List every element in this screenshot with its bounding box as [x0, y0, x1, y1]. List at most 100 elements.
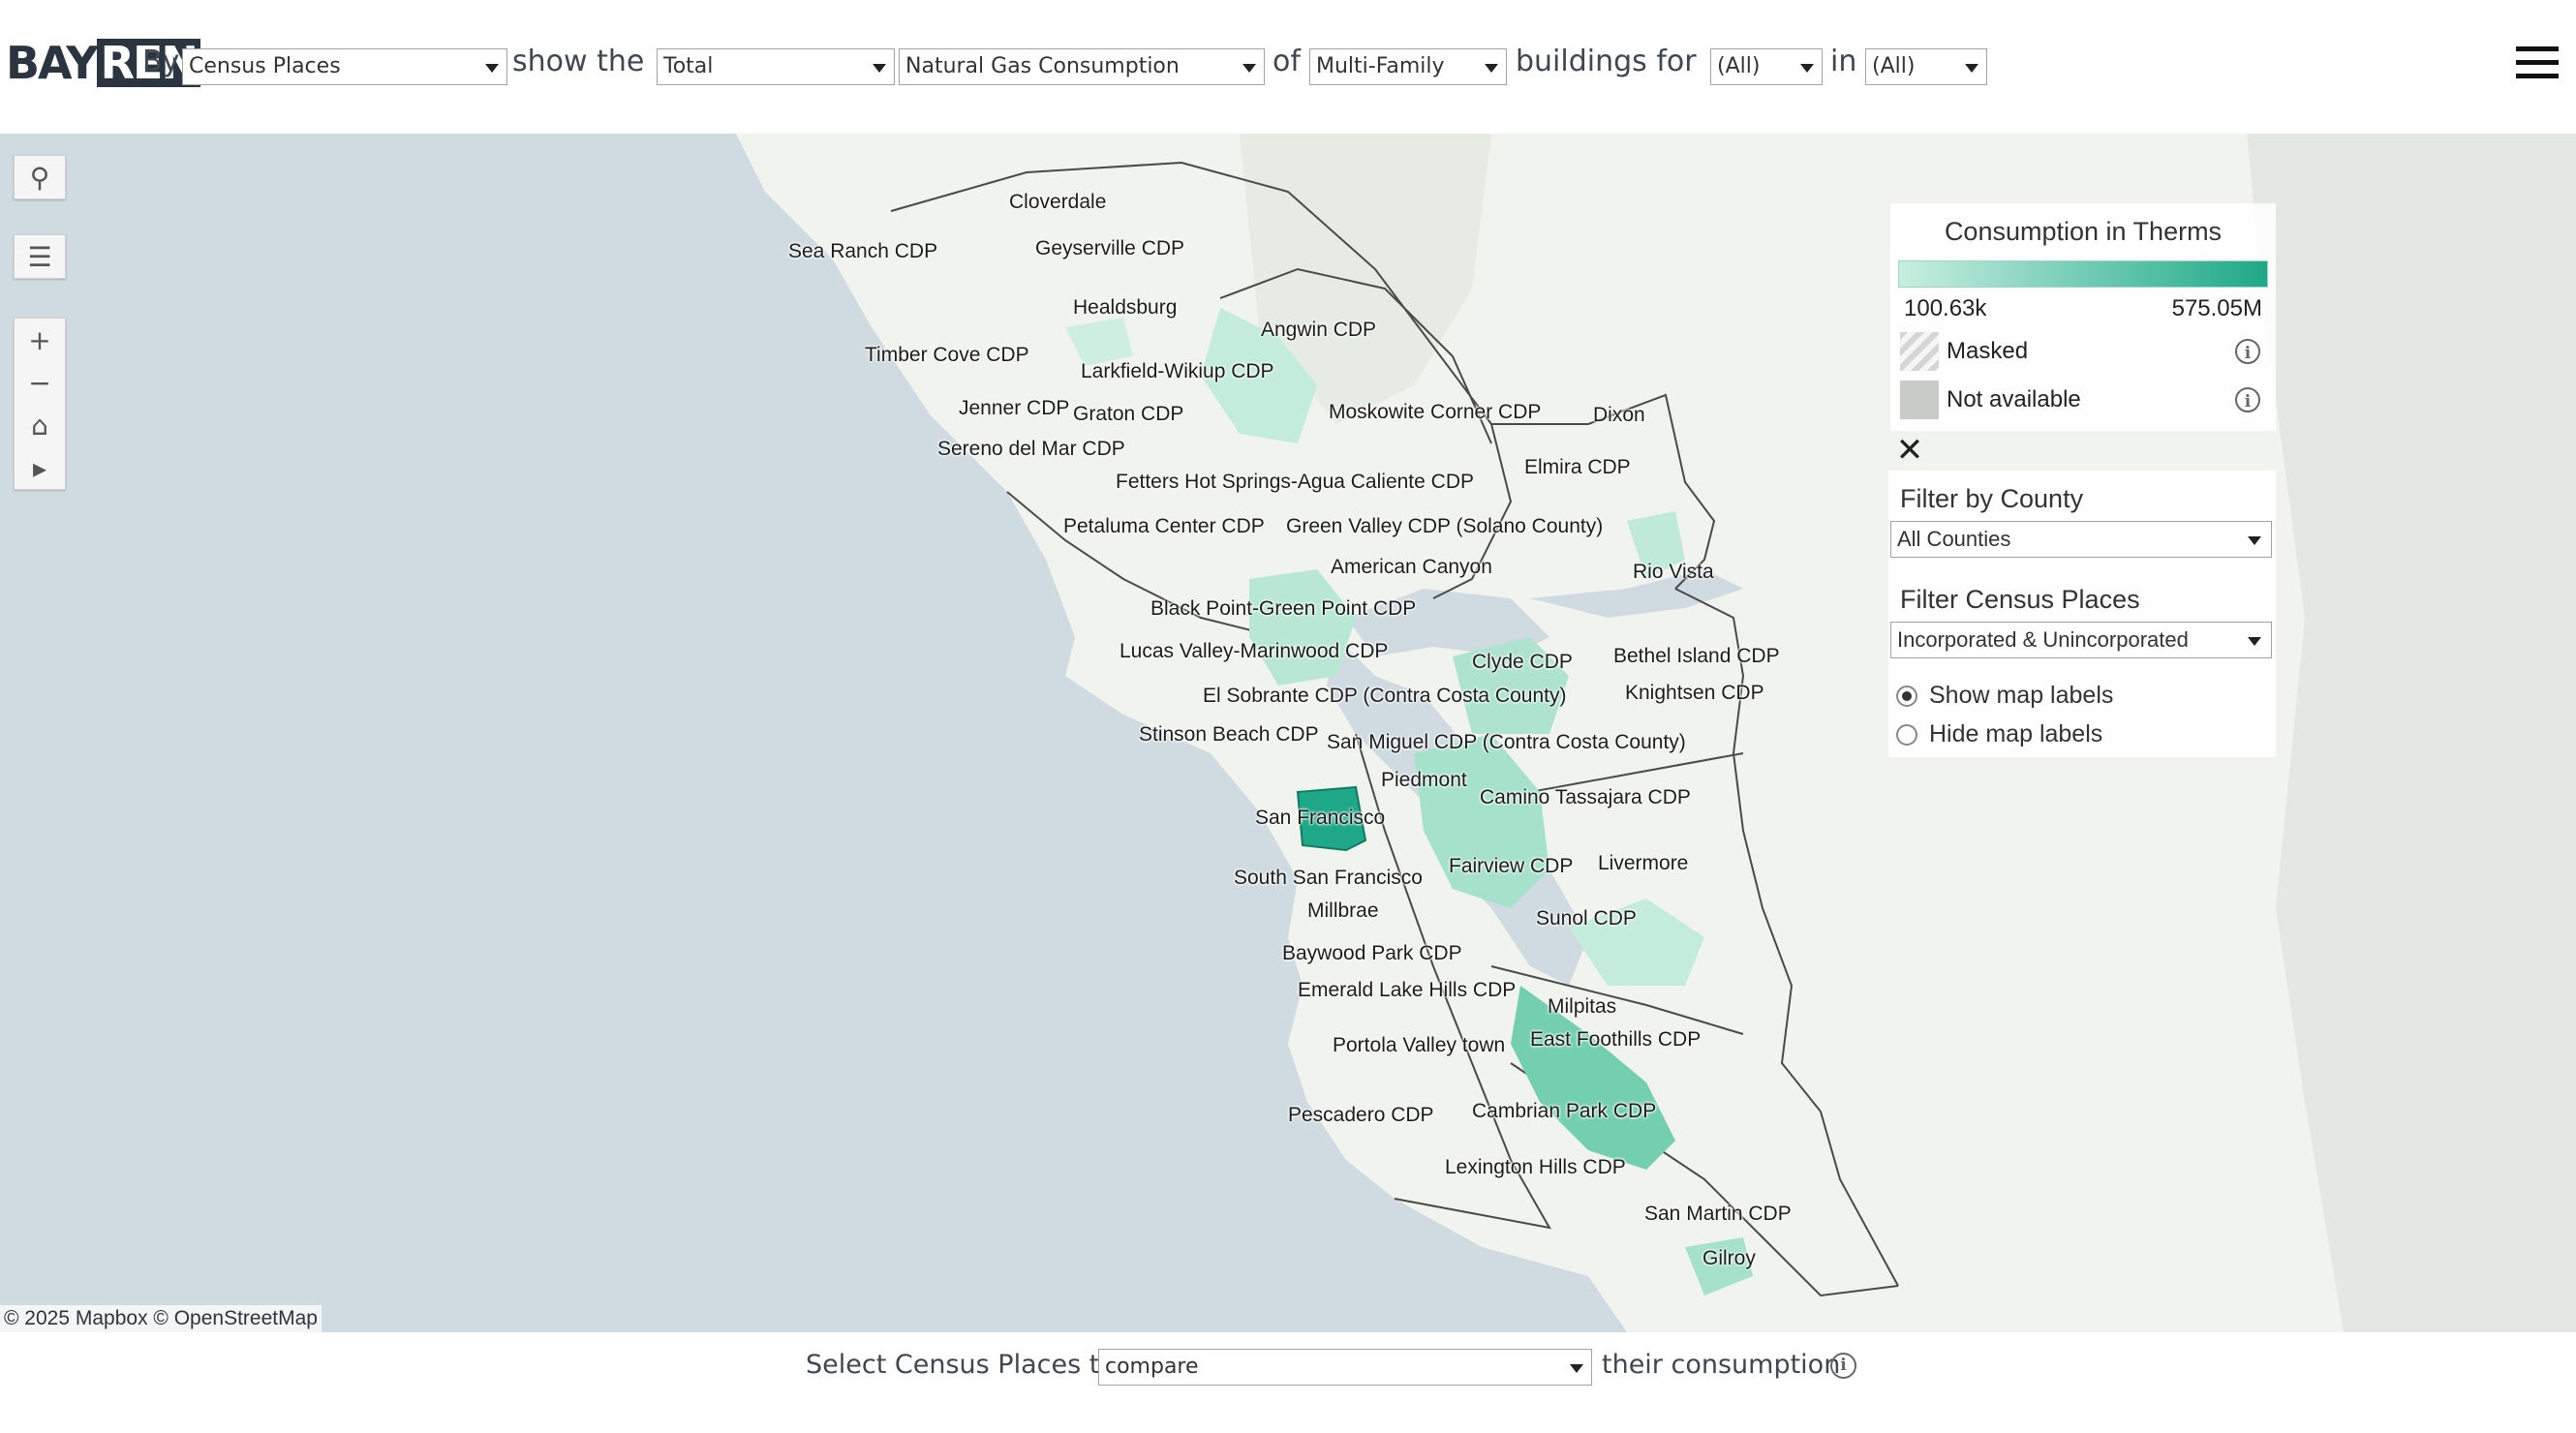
hide-labels-text: Hide map labels [1929, 720, 2103, 747]
legend-title: Consumption in Therms [1944, 217, 2223, 246]
map-label: Rio Vista [1633, 561, 1714, 583]
map-label: Fetters Hot Springs-Agua Caliente CDP [1116, 471, 1474, 493]
not-available-swatch [1900, 381, 1939, 419]
of-label: of [1273, 45, 1301, 78]
legend-panel: Consumption in Therms 100.63k 575.05M Ma… [1890, 203, 2276, 431]
map-label: Millbrae [1307, 899, 1379, 922]
show-labels-radio[interactable]: Show map labels [1896, 682, 2113, 710]
close-icon[interactable]: ✕ [1893, 434, 1926, 467]
places-filter-value: Incorporated & Unincorporated [1897, 627, 2189, 652]
map-label: East Foothills CDP [1530, 1028, 1702, 1051]
masked-swatch [1900, 332, 1939, 371]
map-label: Gilroy [1702, 1247, 1756, 1269]
geography-select-value: Census Places [189, 54, 341, 78]
legend-masked-row: Masked i [1900, 332, 2276, 371]
map-label: Knightsen CDP [1625, 682, 1764, 704]
info-icon[interactable]: i [1830, 1353, 1856, 1379]
map-label: Bethel Island CDP [1613, 645, 1780, 667]
map-label: Milpitas [1548, 995, 1617, 1018]
map-label: El Sobrante CDP (Contra Costa County) [1203, 685, 1567, 707]
chevron-down-icon [2248, 637, 2261, 646]
show-the-label: show the [512, 45, 645, 78]
hide-labels-radio[interactable]: Hide map labels [1896, 720, 2102, 748]
map-view[interactable]: Cloverdale Sea Ranch CDP Geyserville CDP… [0, 134, 2576, 1332]
radio-selected-icon [1896, 685, 1917, 707]
map-label: Stinson Beach CDP [1139, 723, 1319, 746]
map-layers-button[interactable]: ☰ [14, 234, 66, 279]
map-label: Geyserville CDP [1035, 237, 1185, 259]
chevron-down-icon [2248, 536, 2261, 545]
map-label: Lucas Valley-Marinwood CDP [1119, 640, 1389, 662]
their-consumption-label: their consumption [1602, 1350, 1841, 1380]
map-search-button[interactable]: ⚲ [14, 155, 66, 199]
legend-min-value: 100.63k [1904, 295, 1987, 321]
map-label: Healdsburg [1073, 296, 1178, 319]
compare-bar: Select Census Places to compare their co… [0, 1332, 2576, 1433]
legend-color-ramp [1898, 260, 2268, 288]
building-type-select[interactable]: Multi-Family [1309, 48, 1507, 85]
chevron-down-icon [1485, 64, 1498, 73]
for-select-value: (All) [1717, 54, 1761, 78]
compare-select[interactable]: compare [1098, 1349, 1592, 1386]
map-zoom-toolbar: + − ⌂ ▸ [14, 318, 66, 490]
map-label: Dixon [1593, 404, 1645, 426]
map-label: Fairview CDP [1449, 855, 1574, 877]
county-filter-select[interactable]: All Counties [1890, 521, 2272, 558]
map-label: Moskowite Corner CDP [1329, 401, 1542, 423]
places-filter-select[interactable]: Incorporated & Unincorporated [1890, 622, 2272, 658]
home-icon[interactable]: ⌂ [15, 404, 65, 446]
map-label: San Francisco [1255, 807, 1386, 829]
info-icon[interactable]: i [2235, 387, 2260, 412]
compare-select-value: compare [1105, 1355, 1199, 1379]
map-label: Camino Tassajara CDP [1480, 786, 1691, 808]
zoom-out-icon[interactable]: − [15, 361, 65, 404]
in-select-value: (All) [1872, 54, 1916, 78]
zoom-in-icon[interactable]: + [15, 319, 65, 361]
map-attribution[interactable]: © 2025 Mapbox © OpenStreetMap [0, 1305, 322, 1332]
chevron-down-icon [1242, 64, 1256, 73]
in-select[interactable]: (All) [1865, 48, 1987, 85]
map-label: Black Point-Green Point CDP [1150, 597, 1417, 620]
select-places-label: Select Census Places to [806, 1350, 1116, 1380]
map-label: Sunol CDP [1536, 907, 1637, 930]
map-label: Larkfield-Wikiup CDP [1081, 360, 1274, 382]
chevron-down-icon [873, 64, 886, 73]
metric-select-value: Natural Gas Consumption [905, 54, 1180, 78]
search-icon[interactable]: ⚲ [15, 156, 65, 198]
layers-icon[interactable]: ☰ [15, 235, 65, 278]
measure-select-value: Total [663, 54, 714, 78]
geography-select[interactable]: Census Places [182, 48, 507, 85]
hamburger-menu-icon[interactable] [2516, 46, 2559, 79]
map-label: Cambrian Park CDP [1472, 1100, 1657, 1122]
top-control-bar: BAY REN By Census Places show the Total … [0, 0, 2576, 134]
filter-county-title: Filter by County [1900, 484, 2084, 513]
map-label: Sereno del Mar CDP [937, 438, 1125, 460]
chevron-down-icon [1800, 64, 1814, 73]
map-label: Livermore [1598, 852, 1689, 874]
map-label: South San Francisco [1234, 867, 1423, 889]
building-type-select-value: Multi-Family [1316, 54, 1445, 78]
map-label: San Martin CDP [1644, 1203, 1792, 1225]
map-label: Emerald Lake Hills CDP [1298, 979, 1517, 1001]
metric-select[interactable]: Natural Gas Consumption [899, 48, 1265, 85]
map-label: Timber Cove CDP [865, 344, 1029, 366]
county-filter-value: All Counties [1897, 527, 2011, 551]
map-label: Jenner CDP [959, 397, 1070, 419]
map-label: Green Valley CDP (Solano County) [1286, 515, 1604, 537]
for-select[interactable]: (All) [1710, 48, 1823, 85]
legend-na-label: Not available [1947, 386, 2081, 412]
legend-masked-label: Masked [1947, 338, 2029, 364]
map-label: Piedmont [1381, 769, 1467, 791]
play-icon[interactable]: ▸ [15, 446, 65, 489]
map-label: Baywood Park CDP [1282, 942, 1462, 964]
measure-select[interactable]: Total [657, 48, 895, 85]
buildings-for-label: buildings for [1516, 45, 1697, 78]
by-label: By [142, 45, 180, 78]
map-label: Sea Ranch CDP [788, 240, 938, 262]
chevron-down-icon [485, 64, 499, 73]
info-icon[interactable]: i [2235, 339, 2260, 364]
chevron-down-icon [1965, 64, 1978, 73]
map-label: Graton CDP [1073, 403, 1184, 425]
map-label: Lexington Hills CDP [1445, 1156, 1626, 1178]
map-label: Petaluma Center CDP [1063, 515, 1265, 537]
